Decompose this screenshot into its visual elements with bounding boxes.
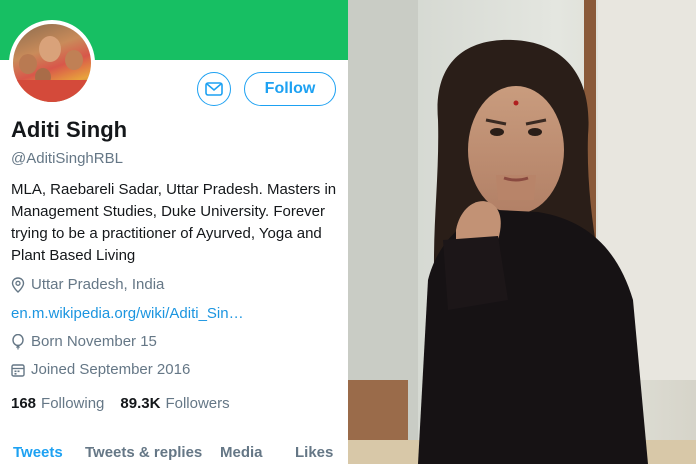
following-count[interactable]: 168 Following [11,395,104,412]
portrait-photo [348,0,696,464]
message-button[interactable] [197,72,231,106]
profile-handle: @AditiSinghRBL [11,150,123,167]
location-text: Uttar Pradesh, India [31,276,165,293]
followers-count[interactable]: 89.3K Followers [120,395,229,412]
portrait-image [348,0,696,464]
website-link[interactable]: en.m.wikipedia.org/wiki/Aditi_Sin… [11,305,244,322]
following-label: Following [41,395,105,412]
balloon-icon [12,333,24,349]
follow-button[interactable]: Follow [244,72,336,106]
calendar-icon [11,363,25,377]
tab-tweets-replies[interactable]: Tweets & replies [85,444,202,461]
profile-location: Uttar Pradesh, India [11,276,164,293]
birthday-text: Born November 15 [31,333,157,350]
profile-tabs: Tweets Tweets & replies Media Likes [0,432,348,464]
profile-name: Aditi Singh [11,117,128,142]
profile-joined: Joined September 2016 [11,361,190,378]
avatar[interactable] [9,20,95,106]
tab-media[interactable]: Media [220,444,263,461]
joined-text: Joined September 2016 [31,361,191,378]
location-pin-icon [11,276,25,293]
follow-counts: 168 Following 89.3K Followers [11,395,246,412]
profile-card: Follow Aditi Singh @AditiSinghRBL MLA, R… [0,0,348,464]
profile-bio: MLA, Raebareli Sadar, Uttar Pradesh. Mas… [11,181,337,264]
tab-likes[interactable]: Likes [295,444,333,461]
following-number: 168 [11,395,37,412]
followers-number: 89.3K [120,395,161,412]
profile-website[interactable]: en.m.wikipedia.org/wiki/Aditi_Sin… [11,305,244,322]
followers-label: Followers [165,395,230,412]
profile-birthday: Born November 15 [11,333,157,350]
tab-tweets[interactable]: Tweets [13,444,63,461]
envelope-icon [205,82,223,96]
